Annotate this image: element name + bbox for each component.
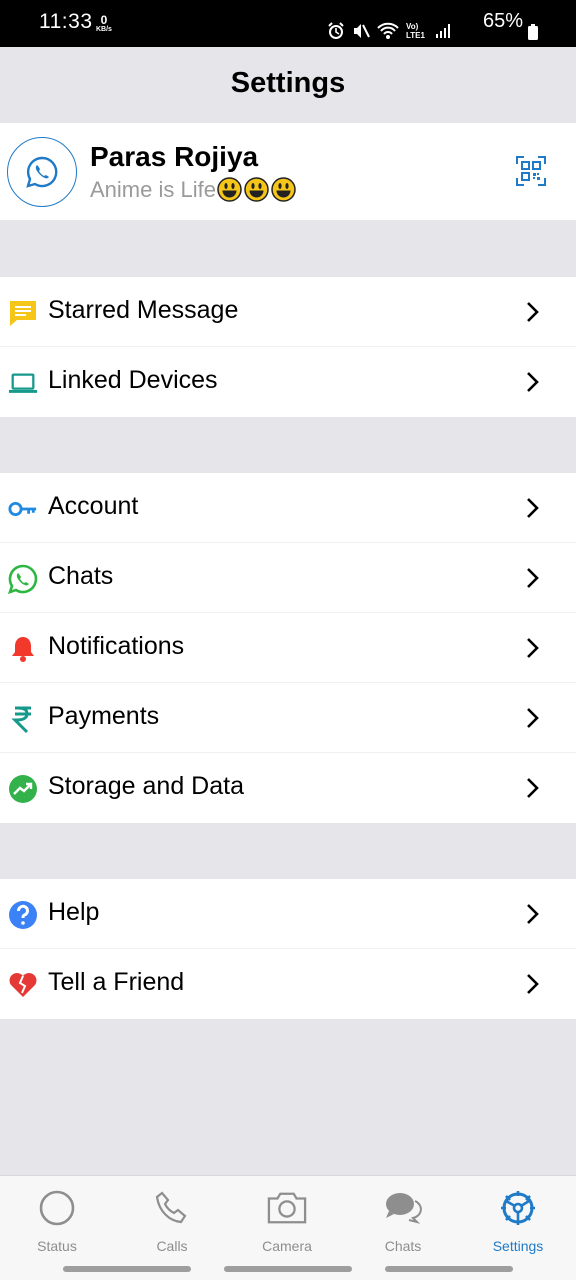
chevron-right-icon xyxy=(527,904,539,924)
settings-item-notifications[interactable]: Notifications xyxy=(0,613,576,683)
tab-label: Chats xyxy=(384,1238,422,1254)
settings-item-chats[interactable]: Chats xyxy=(0,543,576,613)
settings-item-storage-and-data[interactable]: Storage and Data xyxy=(0,753,576,823)
chevron-right-icon xyxy=(527,638,539,658)
storage-icon xyxy=(8,774,38,804)
chevron-right-icon xyxy=(527,568,539,588)
avatar[interactable] xyxy=(7,137,77,207)
chevron-right-icon xyxy=(527,778,539,798)
tab-label: Status xyxy=(37,1238,77,1254)
settings-section-3: Help Tell a Friend xyxy=(0,879,576,1019)
settings-item-linked-devices[interactable]: Linked Devices xyxy=(0,347,576,417)
settings-item-label: Payments xyxy=(48,702,160,730)
chevron-right-icon xyxy=(527,498,539,518)
network-speed: 0 KB/s xyxy=(96,13,112,33)
tab-status[interactable]: Status xyxy=(7,1184,107,1264)
nav-indicator xyxy=(385,1266,513,1272)
heart-icon xyxy=(8,970,38,1000)
status-icons: Vo) LTE1 xyxy=(327,22,451,40)
tab-label: Calls xyxy=(156,1238,188,1254)
settings-item-payments[interactable]: Payments xyxy=(0,683,576,753)
profile-card[interactable]: Paras Rojiya Anime is Life xyxy=(0,123,576,220)
settings-item-starred-message[interactable]: Starred Message xyxy=(0,277,576,347)
settings-item-label: Tell a Friend xyxy=(48,968,185,996)
tab-chats[interactable]: Chats xyxy=(353,1184,453,1264)
camera-icon xyxy=(267,1188,307,1228)
settings-item-account[interactable]: Account xyxy=(0,473,576,543)
settings-section-1: Starred Message Linked Devices xyxy=(0,277,576,417)
phone-icon xyxy=(152,1188,192,1228)
chevron-right-icon xyxy=(527,302,539,322)
settings-item-help[interactable]: Help xyxy=(0,879,576,949)
tab-camera[interactable]: Camera xyxy=(237,1184,337,1264)
battery-icon xyxy=(528,24,538,40)
profile-name: Paras Rojiya xyxy=(90,141,259,172)
whatsapp-logo-icon xyxy=(26,156,58,188)
mute-icon xyxy=(354,24,370,38)
smiley-emojis-icon xyxy=(217,176,296,202)
chat-bubbles-icon xyxy=(383,1188,423,1228)
page-title: Settings xyxy=(230,67,346,99)
starred-message-icon xyxy=(8,298,38,328)
tab-settings[interactable]: Settings xyxy=(468,1184,568,1264)
nav-indicator xyxy=(63,1266,191,1272)
settings-item-label: Storage and Data xyxy=(48,772,244,800)
settings-gear-icon xyxy=(498,1188,538,1228)
tab-label: Settings xyxy=(492,1238,544,1254)
status-time: 11:33 xyxy=(39,10,93,33)
wifi-icon xyxy=(377,22,399,39)
header: Settings xyxy=(0,47,576,123)
settings-item-label: Chats xyxy=(48,562,114,590)
bottom-tab-bar: Status Calls Camera Chats Settings xyxy=(0,1175,576,1280)
settings-item-tell-a-friend[interactable]: Tell a Friend xyxy=(0,949,576,1019)
rupee-icon xyxy=(8,704,38,734)
network-type: Vo) LTE1 xyxy=(406,22,425,40)
profile-status: Anime is Life xyxy=(90,176,296,203)
chevron-right-icon xyxy=(527,372,539,392)
battery-level: 65% xyxy=(482,10,523,32)
settings-item-label: Account xyxy=(48,492,139,520)
tab-calls[interactable]: Calls xyxy=(122,1184,222,1264)
bell-icon xyxy=(8,634,38,664)
qr-code-icon[interactable] xyxy=(516,156,546,186)
help-icon xyxy=(8,900,38,930)
chevron-right-icon xyxy=(527,974,539,994)
settings-section-2: Account Chats Notifications Payments Sto… xyxy=(0,473,576,823)
signal-icon xyxy=(436,24,450,38)
tab-label: Camera xyxy=(262,1238,312,1254)
settings-item-label: Notifications xyxy=(48,632,185,660)
settings-item-label: Linked Devices xyxy=(48,366,218,394)
chevron-right-icon xyxy=(527,708,539,728)
alarm-icon xyxy=(328,22,344,39)
laptop-icon xyxy=(8,368,38,398)
status-bar: 11:33 0 KB/s Vo) LTE1 65% xyxy=(0,0,576,47)
nav-indicator xyxy=(224,1266,352,1272)
whatsapp-icon xyxy=(8,564,38,594)
settings-item-label: Starred Message xyxy=(48,296,239,324)
settings-item-label: Help xyxy=(48,898,100,926)
status-icon xyxy=(37,1188,77,1228)
key-icon xyxy=(8,494,38,524)
